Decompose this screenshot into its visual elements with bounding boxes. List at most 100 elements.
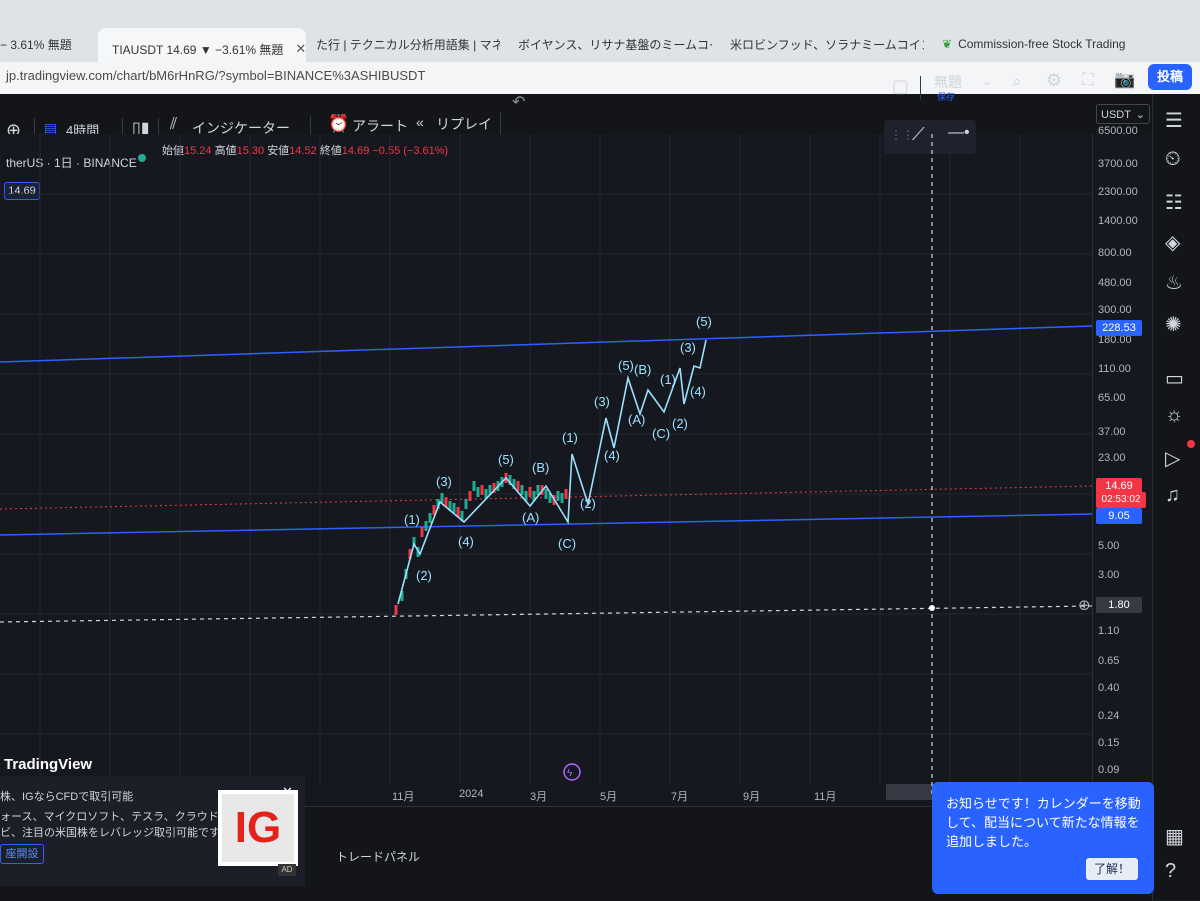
ig-logo: IG	[218, 790, 298, 866]
ideas-lightbulb-icon[interactable]: ✺	[1165, 312, 1189, 336]
publish-button[interactable]: 投稿	[1148, 64, 1192, 90]
wave-label: (4)	[458, 534, 474, 549]
price-axis-label: 480.00	[1098, 277, 1132, 289]
candle	[440, 493, 444, 503]
chats-icon[interactable]: ▭	[1165, 366, 1189, 390]
layout-title[interactable]: 無題	[934, 72, 962, 92]
browser-tab[interactable]: ボイヤンス、リサナ基盤のミームコイン	[506, 26, 712, 62]
wave-label: (C)	[558, 536, 576, 551]
tab-title: Commission-free Stock Trading	[958, 37, 1126, 51]
price-axis-label: 1400.00	[1098, 215, 1138, 227]
notice-ok-button[interactable]: 了解！	[1086, 858, 1138, 880]
calendar-icon[interactable]: ▦	[1165, 824, 1189, 848]
chevron-down-icon[interactable]: ⌄	[982, 74, 992, 88]
svg-text:ϟ: ϟ	[567, 768, 573, 779]
object-tree-icon[interactable]: ☷	[1165, 190, 1189, 214]
notifications-play-icon[interactable]: ▷	[1165, 446, 1189, 470]
price-axis-label: 6500.00	[1098, 125, 1138, 137]
alert-button[interactable]: アラート	[352, 116, 408, 136]
price-axis-label: 37.00	[1098, 426, 1126, 438]
price-axis-label: 0.15	[1098, 737, 1120, 749]
candle	[424, 521, 428, 531]
browser-tab[interactable]: ❦ Commission-free Stock Trading	[936, 26, 1152, 62]
hotlist-fire-icon[interactable]: ♨	[1165, 270, 1189, 294]
ad-text-line: ビ、注目の米国株をレバレッジ取引可能です。	[0, 827, 230, 839]
url-field[interactable]: jp.tradingview.com/chart/bM6rHnRG/?symbo…	[6, 68, 425, 83]
tab-title: − 3.61% 無題	[0, 37, 72, 52]
candle	[516, 481, 520, 491]
wave-label: (A)	[628, 412, 645, 427]
fullscreen-icon[interactable]: ⛶	[1082, 70, 1094, 90]
wave-label: (1)	[404, 512, 420, 527]
price-axis-label: 23.00	[1098, 452, 1126, 464]
indicators-icon[interactable]: ⫽	[170, 116, 177, 134]
wave-label: (1)	[562, 430, 578, 445]
wave-label: (4)	[604, 448, 620, 463]
lower-line-price-tag: 9.05	[1096, 508, 1142, 524]
currency-selector[interactable]: USDT ⌄	[1096, 104, 1150, 124]
alarm-clock-icon[interactable]: ⏰	[328, 114, 349, 134]
crosshair-price-tag: 1.80	[1096, 597, 1142, 613]
quick-search-icon[interactable]: ⌕	[1012, 72, 1022, 92]
candle	[428, 513, 432, 523]
notification-dot	[1187, 440, 1195, 448]
candle	[472, 481, 476, 491]
bell-icon[interactable]: ♫	[1165, 484, 1189, 508]
alerts-clock-icon[interactable]: ⏲	[1165, 148, 1189, 172]
price-axis-label: 65.00	[1098, 392, 1126, 404]
wave-label: (1)	[660, 372, 676, 387]
wave-label: (2)	[672, 416, 688, 431]
ad-badge: AD	[278, 864, 296, 876]
settings-gear-icon[interactable]: ⚙	[1046, 70, 1062, 91]
camera-snapshot-icon[interactable]: 📷	[1114, 70, 1135, 90]
tab-title: TIAUSDT 14.69 ▼ −3.61% 無題	[112, 42, 284, 57]
chart-drawing-canvas: (1)(2)(3)(4)(5)(A)(B)(C)(1)(2)(3)(4)(5)(…	[0, 134, 1092, 794]
wave-label: (A)	[522, 510, 539, 525]
wave-label: (3)	[436, 474, 452, 489]
notice-popup: お知らせです！カレンダーを移動して、配当について新たな情報を追加しました。 了解…	[932, 782, 1154, 894]
wave-label: (5)	[498, 452, 514, 467]
layout-square-icon[interactable]: ▢	[892, 76, 909, 97]
wave-label: (3)	[594, 394, 610, 409]
replay-icon[interactable]: «	[416, 114, 424, 130]
price-axis-label: 2300.00	[1098, 186, 1138, 198]
price-axis-label: 0.09	[1098, 764, 1120, 776]
tab-title: ボイヤンス、リサナ基盤のミームコイン	[518, 37, 712, 52]
elliott-wave-labels: (1)(2)(3)(4)(5)(A)(B)(C)(1)(2)(3)(4)(5)(…	[404, 314, 712, 583]
price-axis-label: 0.65	[1098, 655, 1120, 667]
watchlist-icon[interactable]: ☰	[1165, 108, 1189, 132]
wave-label: (4)	[690, 384, 706, 399]
browser-tab[interactable]: − 3.61% 無題	[0, 26, 96, 62]
price-axis[interactable]	[1092, 134, 1153, 806]
wave-label: (5)	[696, 314, 712, 329]
ad-text-line: ォース、マイクロソフト、テスラ、クラウドス	[0, 811, 230, 823]
browser-tab[interactable]: た行 | テクニカル分析用語集 | マネ	[304, 26, 500, 62]
replay-button[interactable]: リプレイ	[436, 114, 492, 134]
wave-label: (2)	[580, 496, 596, 511]
bar-countdown-tag: 02:53:02	[1096, 492, 1146, 508]
candle	[560, 493, 564, 503]
wave-label: (B)	[532, 460, 549, 475]
wave-label: (2)	[416, 568, 432, 583]
lower-horizontal-line[interactable]	[0, 513, 1092, 536]
candle	[528, 487, 532, 497]
layout-saved-status: 保存	[937, 92, 956, 102]
layers-icon[interactable]: ◈	[1165, 230, 1189, 254]
candle	[564, 489, 568, 499]
lightning-event-icon[interactable]: ϟ	[563, 763, 581, 781]
price-axis-label: 300.00	[1098, 304, 1132, 316]
browser-tab[interactable]: 米ロビンフッド、ソラナミームコイン「W ✕	[718, 26, 924, 62]
wave-label: (3)	[680, 340, 696, 355]
tab-title: 米ロビンフッド、ソラナミームコイン「W	[730, 37, 924, 52]
candle	[464, 499, 468, 509]
ad-open-account-button[interactable]: 座開設	[0, 844, 44, 864]
upper-horizontal-line[interactable]	[0, 325, 1092, 363]
wave-label: (5)	[618, 358, 634, 373]
streams-icon[interactable]: ☼	[1165, 404, 1189, 428]
price-axis-label: 3700.00	[1098, 158, 1138, 170]
trade-panel-tab[interactable]: トレードパネル	[336, 848, 420, 865]
price-axis-label: 5.00	[1098, 540, 1120, 552]
undo-icon[interactable]: ↶	[512, 92, 525, 112]
close-ad-icon[interactable]: ✕	[282, 784, 293, 800]
help-icon[interactable]: ?	[1165, 860, 1189, 884]
